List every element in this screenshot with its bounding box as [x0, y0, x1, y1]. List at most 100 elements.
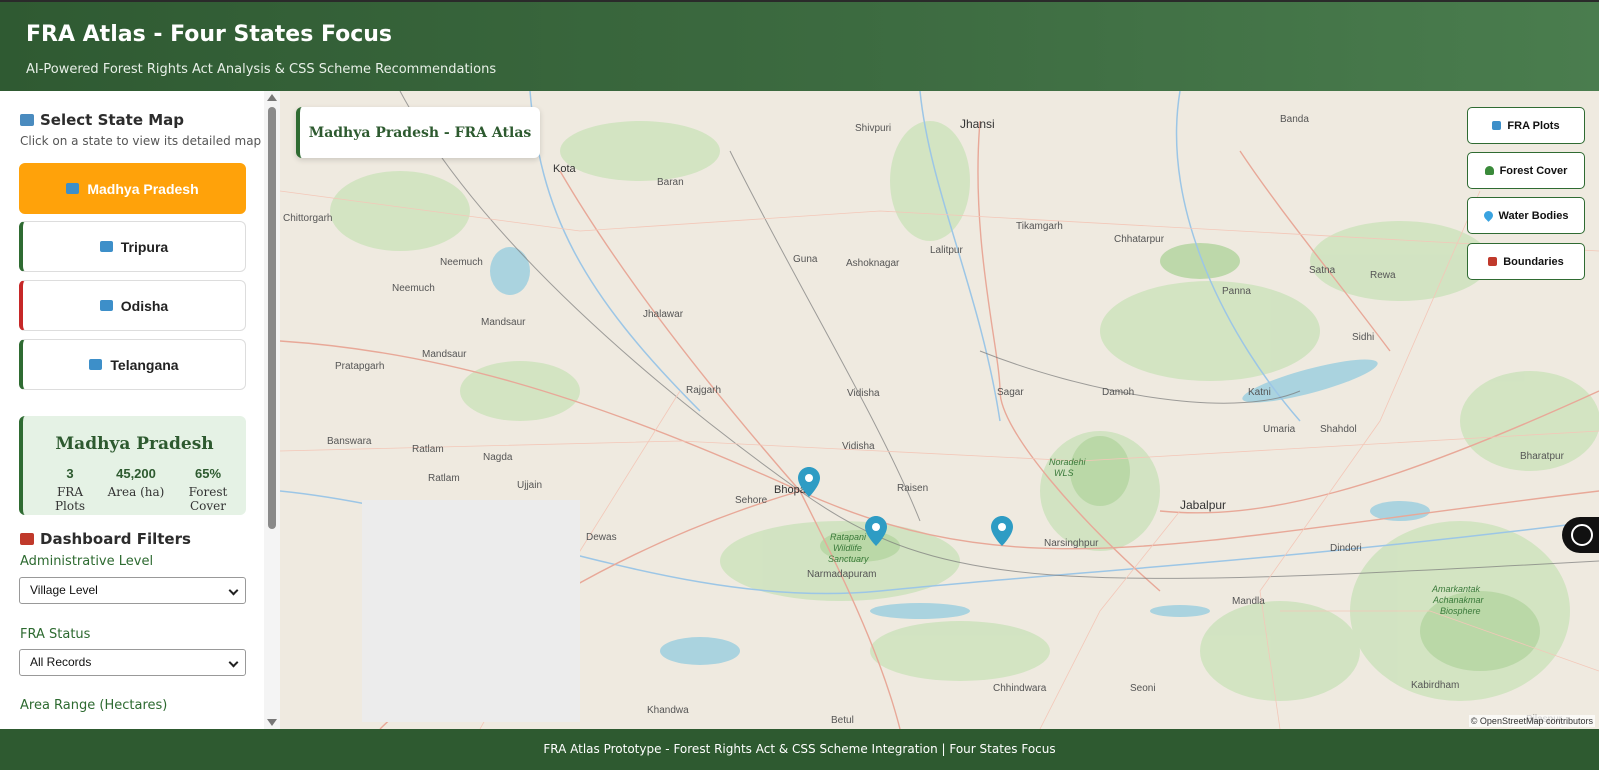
svg-text:Dindori: Dindori — [1330, 543, 1362, 554]
svg-text:Kabirdham: Kabirdham — [1411, 680, 1459, 691]
map-tile-placeholder — [362, 500, 580, 722]
svg-text:Ujjain: Ujjain — [517, 480, 542, 491]
svg-text:Umaria: Umaria — [1263, 424, 1296, 435]
svg-text:Vidisha: Vidisha — [847, 388, 880, 399]
scrollbar-thumb[interactable] — [268, 107, 276, 529]
svg-text:Baran: Baran — [657, 177, 684, 188]
svg-text:Panna: Panna — [1222, 286, 1251, 297]
svg-text:Neemuch: Neemuch — [440, 257, 483, 268]
fra-plot-marker[interactable] — [865, 516, 887, 546]
stat-label: Forest Cover — [188, 485, 228, 513]
stat-value: 65% — [194, 466, 222, 481]
stat-fra-plots: 3 FRA Plots — [43, 466, 97, 513]
svg-text:Wildlife: Wildlife — [833, 543, 862, 553]
svg-text:Sidhi: Sidhi — [1352, 332, 1374, 343]
layer-toggle-forest-cover[interactable]: Forest Cover — [1467, 152, 1585, 189]
state-button-label: Madhya Pradesh — [87, 180, 199, 197]
map-zoom-tool-button[interactable] — [1562, 517, 1599, 553]
map-icon — [1492, 121, 1502, 130]
fra-status-value: All Records — [30, 655, 92, 669]
svg-text:Rewa: Rewa — [1370, 270, 1396, 281]
select-state-hint: Click on a state to view its detailed ma… — [20, 134, 262, 148]
admin-level-select[interactable]: Village Level — [19, 577, 246, 604]
layer-label: FRA Plots — [1507, 119, 1560, 132]
svg-text:Vidisha: Vidisha — [842, 441, 875, 452]
magnifier-icon — [1571, 524, 1593, 546]
area-range-label: Area Range (Hectares) — [20, 698, 168, 713]
svg-text:Jhansi: Jhansi — [960, 117, 995, 131]
map-icon — [66, 183, 80, 194]
svg-text:Amarkantak: Amarkantak — [1431, 584, 1481, 594]
map-icon — [89, 359, 103, 370]
app-header: FRA Atlas - Four States Focus AI-Powered… — [0, 0, 1599, 91]
layer-toggle-fra-plots[interactable]: FRA Plots — [1467, 107, 1585, 144]
svg-text:Mandla: Mandla — [1232, 596, 1265, 607]
svg-text:Shahdol: Shahdol — [1320, 424, 1357, 435]
svg-text:Lalitpur: Lalitpur — [930, 245, 963, 256]
chevron-down-icon — [228, 585, 239, 596]
map-view[interactable]: Shivpuri Jhansi Banda Kota Baran Chittor… — [280, 91, 1599, 729]
stat-value: 3 — [66, 466, 74, 481]
state-button-madhya-pradesh[interactable]: Madhya Pradesh — [19, 163, 246, 214]
fra-status-label: FRA Status — [20, 627, 91, 642]
app-footer: FRA Atlas Prototype - Forest Rights Act … — [0, 729, 1599, 770]
state-button-tripura[interactable]: Tripura — [19, 221, 246, 272]
svg-text:Tikamgarh: Tikamgarh — [1016, 221, 1063, 232]
svg-text:Mandsaur: Mandsaur — [481, 317, 526, 328]
svg-text:Noradehi: Noradehi — [1049, 457, 1087, 467]
svg-text:Sanctuary: Sanctuary — [828, 554, 869, 564]
svg-text:Katni: Katni — [1248, 387, 1271, 398]
state-button-odisha[interactable]: Odisha — [19, 280, 246, 331]
fra-plot-marker[interactable] — [798, 467, 820, 497]
dashboard-filters-heading: Dashboard Filters — [20, 530, 191, 548]
layer-toggle-boundaries[interactable]: Boundaries — [1467, 243, 1585, 280]
fra-status-select[interactable]: All Records — [19, 649, 246, 676]
stat-area: 45,200 Area (ha) — [103, 466, 169, 499]
layer-toggle-water-bodies[interactable]: Water Bodies — [1467, 197, 1585, 234]
scroll-down-arrow[interactable] — [267, 719, 277, 726]
state-button-label: Tripura — [120, 238, 169, 255]
svg-text:Chhindwara: Chhindwara — [993, 683, 1047, 694]
svg-text:Biosphere: Biosphere — [1440, 606, 1481, 616]
layer-label: Water Bodies — [1498, 209, 1569, 222]
svg-text:Ashoknagar: Ashoknagar — [846, 258, 900, 269]
svg-text:Damoh: Damoh — [1102, 387, 1134, 398]
svg-text:Ratapani: Ratapani — [830, 532, 867, 542]
scroll-up-arrow[interactable] — [267, 94, 277, 101]
svg-text:Narmadapuram: Narmadapuram — [807, 569, 876, 580]
svg-text:Kota: Kota — [553, 163, 577, 175]
svg-text:Khandwa: Khandwa — [647, 705, 689, 716]
svg-text:Jabalpur: Jabalpur — [1180, 498, 1226, 512]
sidebar-scrollbar[interactable] — [264, 91, 280, 729]
tree-icon — [1484, 166, 1494, 175]
svg-text:Guna: Guna — [793, 254, 818, 265]
svg-text:Jhalawar: Jhalawar — [643, 309, 684, 320]
state-button-label: Telangana — [110, 356, 179, 373]
page-subtitle: AI-Powered Forest Rights Act Analysis & … — [26, 62, 497, 77]
svg-text:Achanakmar: Achanakmar — [1432, 595, 1485, 605]
stat-forest-cover: 65% Forest Cover — [169, 466, 247, 513]
map-icon — [20, 114, 34, 126]
state-button-telangana[interactable]: Telangana — [19, 339, 246, 390]
svg-text:Pratapgarh: Pratapgarh — [335, 361, 384, 372]
svg-text:Seoni: Seoni — [1130, 683, 1156, 694]
svg-text:WLS: WLS — [1054, 468, 1074, 478]
page-title: FRA Atlas - Four States Focus — [26, 22, 392, 47]
svg-text:Betul: Betul — [831, 715, 854, 726]
select-state-heading: Select State Map — [20, 111, 184, 129]
svg-text:Nagda: Nagda — [483, 452, 513, 463]
svg-text:Raisen: Raisen — [897, 483, 928, 494]
droplet-icon — [1481, 209, 1495, 222]
svg-text:Ratlam: Ratlam — [428, 473, 460, 484]
svg-text:Neemuch: Neemuch — [392, 283, 435, 294]
stat-label: Area (ha) — [107, 485, 165, 499]
fra-plot-marker[interactable] — [991, 516, 1013, 546]
svg-text:Satna: Satna — [1309, 265, 1336, 276]
dashboard-filters-title: Dashboard Filters — [40, 530, 191, 548]
app-root: FRA Atlas - Four States Focus AI-Powered… — [0, 0, 1599, 770]
svg-text:Rajgarh: Rajgarh — [686, 385, 721, 396]
bar-chart-icon — [20, 533, 34, 545]
map-icon — [99, 241, 113, 252]
svg-text:Bharatpur: Bharatpur — [1520, 451, 1565, 462]
svg-text:Narsinghpur: Narsinghpur — [1044, 538, 1099, 549]
